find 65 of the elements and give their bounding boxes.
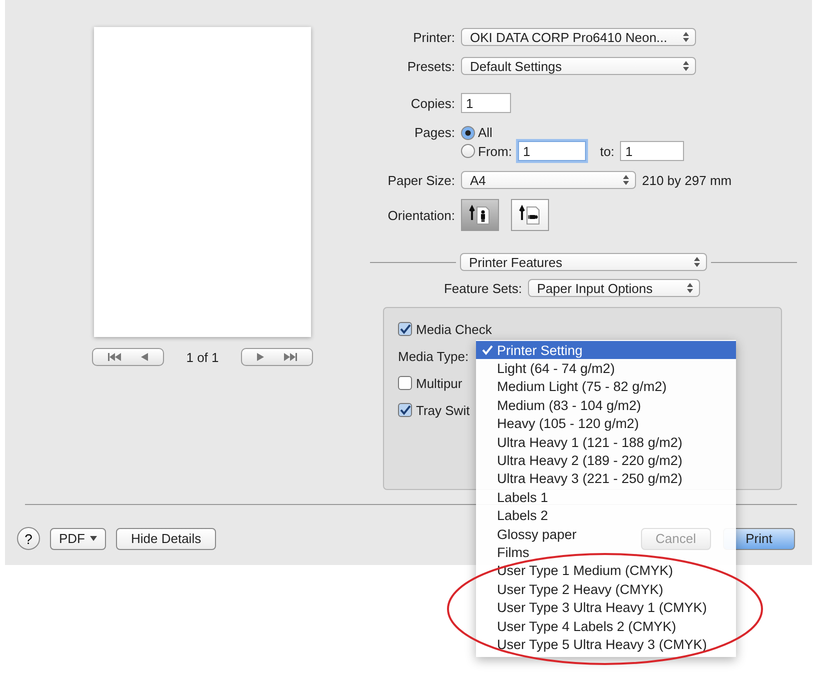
page-indicator: 1 of 1 <box>186 350 219 364</box>
updown-arrows-icon <box>687 283 693 293</box>
updown-arrows-icon <box>694 257 700 267</box>
feature-sets-label: Feature Sets: <box>442 280 522 296</box>
feature-sets-select[interactable]: Paper Input Options <box>528 279 700 297</box>
paper-size-select[interactable]: A4 <box>461 171 636 189</box>
last-page-icon <box>282 353 297 361</box>
checkbox-label: Media Check <box>416 322 492 336</box>
first-page-icon <box>108 353 122 361</box>
check-icon <box>482 345 492 356</box>
menu-item[interactable]: User Type 2 Heavy (CMYK) <box>476 580 668 598</box>
menu-item[interactable]: Labels 1 <box>476 488 552 507</box>
updown-arrows-icon <box>623 175 629 185</box>
to-label: to: <box>600 144 614 158</box>
menu-item[interactable]: Labels 2 <box>476 506 552 525</box>
portrait-button[interactable] <box>461 199 499 231</box>
menu-item[interactable]: Medium Light (75 - 82 g/m2) <box>476 378 671 396</box>
to-field[interactable]: 1 <box>620 141 684 161</box>
menu-item[interactable]: Light (64 - 74 g/m2) <box>476 359 619 378</box>
next-page-button[interactable] <box>240 348 313 366</box>
printer-label: Printer: <box>412 30 455 44</box>
updown-arrows-icon <box>683 61 689 71</box>
menu-item[interactable]: Ultra Heavy 2 (189 - 220 g/m2) <box>476 451 686 470</box>
menu-item[interactable]: Films <box>476 543 534 562</box>
checkmark-icon <box>400 405 410 415</box>
menu-item[interactable]: Glossy paper <box>476 524 581 544</box>
copies-field[interactable]: 1 <box>461 93 511 113</box>
landscape-button[interactable] <box>511 199 549 231</box>
checkbox-label: Tray Swit <box>416 402 470 418</box>
menu-item[interactable]: Heavy (105 - 120 g/m2) <box>476 414 643 433</box>
menu-item[interactable]: Medium (83 - 104 g/m2) <box>476 396 646 415</box>
menu-item[interactable]: Ultra Heavy 3 (221 - 250 g/m2) <box>476 470 686 488</box>
menu-item[interactable]: Printer Setting <box>476 341 736 360</box>
checkbox[interactable] <box>398 322 412 336</box>
orientation-label: Orientation: <box>386 208 455 222</box>
menu-item[interactable]: User Type 4 Labels 2 (CMYK) <box>476 616 680 636</box>
checkbox[interactable] <box>398 403 412 417</box>
menu-item[interactable]: User Type 5 Ultra Heavy 3 (CMYK) <box>476 635 711 654</box>
updown-arrows-icon <box>683 32 689 42</box>
printer-select[interactable]: OKI DATA CORP Pro6410 Neon... <box>461 28 696 46</box>
help-button[interactable]: ? <box>17 527 40 550</box>
previous-icon <box>140 353 148 361</box>
section-select[interactable]: Printer Features <box>460 253 707 271</box>
from-radio[interactable]: From: <box>461 144 512 158</box>
hide-details-button[interactable]: Hide Details <box>116 528 216 550</box>
presets-select[interactable]: Default Settings <box>461 57 696 75</box>
landscape-page-icon <box>519 204 541 226</box>
menu-item[interactable]: User Type 3 Ultra Heavy 1 (CMYK) <box>476 598 711 617</box>
copies-label: Copies: <box>410 96 455 110</box>
pages-label: Pages: <box>414 125 455 140</box>
presets-label: Presets: <box>406 58 455 74</box>
paper-size-label: Paper Size: <box>386 172 455 188</box>
portrait-page-icon <box>469 204 491 226</box>
paper-dimensions: 210 by 297 mm <box>642 172 732 188</box>
from-field[interactable]: 1 <box>518 141 586 161</box>
previous-page-button[interactable] <box>92 348 164 366</box>
checkbox-label: Multipur <box>416 376 462 390</box>
checkbox[interactable] <box>398 376 412 390</box>
next-icon <box>257 353 264 361</box>
all-radio[interactable]: All <box>461 125 492 140</box>
checkmark-icon <box>400 324 410 334</box>
menu-item[interactable]: Ultra Heavy 1 (121 - 188 g/m2) <box>476 432 686 452</box>
caret-icon <box>90 536 97 541</box>
pdf-button[interactable]: PDF <box>50 528 106 550</box>
media-type-label: Media Type: <box>398 348 469 364</box>
